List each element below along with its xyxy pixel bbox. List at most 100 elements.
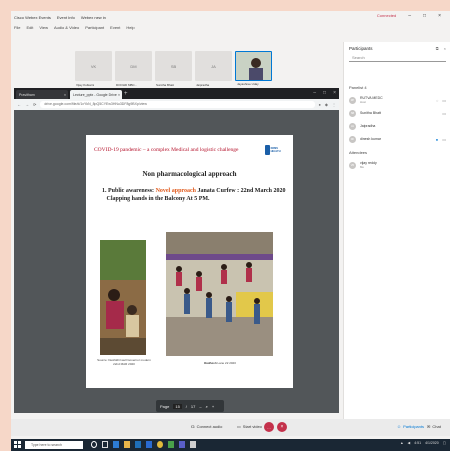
- tile-name: Vijay Kulkarni: [76, 83, 95, 87]
- extension-icon[interactable]: ●: [319, 102, 321, 107]
- menu-help[interactable]: Help: [126, 25, 134, 30]
- chat-toggle-button[interactable]: ✉ Chat: [427, 424, 441, 429]
- slide-page: COVID-19 pandemic – a complex Medical an…: [86, 135, 293, 388]
- browser-tab-bar: Pravitham × Lecture_pptx - Google Drive …: [14, 88, 339, 99]
- connect-audio-button[interactable]: ☊ Connect audio: [191, 424, 222, 429]
- close-icon[interactable]: ×: [438, 13, 441, 19]
- tile-name: DOOHD MBC...: [116, 83, 138, 87]
- network-icon[interactable]: ▲: [400, 441, 403, 445]
- zoom-out-icon[interactable]: –: [199, 404, 201, 409]
- extension-icon[interactable]: ◆: [325, 102, 328, 107]
- video-tile[interactable]: SB Sunitha Bhatt: [155, 51, 192, 87]
- app-title: Cisco Webex Events: [14, 14, 51, 20]
- menu-dots-icon[interactable]: ⋮: [332, 102, 336, 107]
- tab-close-icon[interactable]: ×: [64, 93, 66, 97]
- menu-view[interactable]: View: [39, 25, 48, 30]
- zoom-in-icon[interactable]: +: [212, 404, 214, 409]
- back-icon[interactable]: ←: [17, 102, 21, 107]
- minimize-icon[interactable]: –: [313, 90, 316, 96]
- participant-row[interactable]: JA Jaipradha: [349, 121, 446, 131]
- mic-icon: ●: [435, 136, 439, 142]
- page-separator: /: [185, 403, 187, 409]
- task-view-icon[interactable]: [102, 441, 108, 448]
- leave-meeting-button[interactable]: ×: [277, 422, 287, 432]
- close-icon[interactable]: ×: [333, 90, 336, 96]
- menu-edit[interactable]: Edit: [26, 25, 33, 30]
- panel-title: Participants: [349, 46, 373, 51]
- reload-icon[interactable]: ⟳: [33, 102, 36, 107]
- url-field[interactable]: drive.google.com/file/d/1xYkN_8pQ5CYEw3H…: [40, 101, 315, 108]
- participants-toggle-button[interactable]: ☺ Participants: [397, 424, 424, 429]
- video-tile[interactable]: DM DOOHD MBC...: [115, 51, 152, 87]
- clock-date[interactable]: 4/1/2020: [425, 441, 439, 445]
- start-video-button[interactable]: ▭ Start video: [237, 424, 262, 429]
- tile-name: Jayashree Uday: [237, 82, 259, 86]
- mail-icon[interactable]: [146, 441, 152, 448]
- avatar: RP: [349, 96, 356, 104]
- cortana-icon[interactable]: [91, 441, 97, 448]
- screen: Cisco Webex Events Event Info Webex new …: [11, 11, 450, 451]
- page-number-input[interactable]: 15: [173, 403, 182, 409]
- chrome-icon[interactable]: [157, 441, 163, 448]
- section-panelists[interactable]: Panelist 4: [349, 85, 367, 90]
- forward-icon[interactable]: →: [25, 102, 29, 107]
- credit-date: Lane 22 2020: [217, 361, 236, 365]
- app-icon[interactable]: [190, 441, 196, 448]
- new-tab-icon[interactable]: +: [124, 90, 128, 99]
- browser-tab-active[interactable]: Lecture_pptx - Google Drive ×: [70, 90, 122, 99]
- participant-row[interactable]: DK dinesh kumar ● ▭: [349, 134, 446, 144]
- file-explorer-icon[interactable]: [124, 441, 130, 448]
- logo-mark: [265, 145, 270, 155]
- participant-name: Sunitha Bhatt: [360, 111, 382, 115]
- store-icon[interactable]: [135, 441, 141, 448]
- participant-row[interactable]: RP RUTVA MEDC Host ◌ ▭: [349, 95, 446, 105]
- browser-tab[interactable]: Pravitham ×: [16, 90, 68, 99]
- tab-label: Pravitham: [19, 92, 35, 97]
- zoom-icon[interactable]: ⌕: [206, 404, 208, 409]
- close-icon[interactable]: ×: [444, 46, 446, 51]
- menu-file[interactable]: File: [14, 25, 20, 30]
- participant-row[interactable]: SB Sunitha Bhatt ▭: [349, 108, 446, 118]
- bullet-highlight: Novel approach: [155, 188, 196, 194]
- pdf-viewer: COVID-19 pandemic – a complex Medical an…: [14, 110, 339, 413]
- video-tile-active[interactable]: Jayashree Uday: [235, 51, 272, 86]
- org-logo: KDMS HEALTH: [265, 143, 287, 157]
- maximize-icon[interactable]: □: [323, 90, 326, 96]
- browser-window: Pravitham × Lecture_pptx - Google Drive …: [14, 88, 339, 413]
- taskbar-search-input[interactable]: Type here to search: [25, 441, 83, 449]
- webex-icon[interactable]: [168, 441, 174, 448]
- maximize-icon[interactable]: □: [423, 13, 426, 19]
- participants-label: Participants: [403, 424, 424, 429]
- participant-search-input[interactable]: Search: [349, 54, 446, 62]
- section-attendees[interactable]: Attendees: [349, 150, 367, 155]
- tab-label: Lecture_pptx - Google Drive: [73, 92, 117, 97]
- video-tile[interactable]: JA Jaipradha: [195, 51, 232, 87]
- video-tile[interactable]: VK Vijay Kulkarni: [75, 51, 112, 87]
- edge-icon[interactable]: [113, 441, 119, 448]
- participant-role: Me: [360, 165, 364, 169]
- participants-panel: Participants ⧉ × Search Panelist 4 RP RU…: [343, 42, 450, 422]
- popout-icon[interactable]: ⧉: [436, 46, 439, 51]
- clock-time[interactable]: 4:51: [414, 441, 421, 445]
- tab-close-icon[interactable]: ×: [118, 93, 120, 97]
- mic-muted-icon: ◌: [435, 97, 439, 103]
- window-controls: Connected – □ ×: [377, 13, 447, 19]
- avatar: VR: [349, 161, 356, 169]
- menu-audio-video[interactable]: Audio & Video: [54, 25, 79, 30]
- slide-subtitle: Non pharmacological approach: [142, 170, 237, 178]
- teams-icon[interactable]: [179, 441, 185, 448]
- app-tab-webex[interactable]: Webex new in: [81, 15, 106, 20]
- notification-icon[interactable]: ▢: [443, 441, 446, 445]
- menu-event[interactable]: Event: [110, 25, 120, 30]
- menu-participant[interactable]: Participant: [85, 25, 104, 30]
- participant-row[interactable]: VR vijay reddy Me: [349, 160, 446, 170]
- more-options-button[interactable]: …: [264, 422, 274, 432]
- participant-name: Jaipradha: [360, 124, 376, 128]
- menu-bar: File Edit View Audio & Video Participant…: [11, 23, 450, 32]
- meeting-control-bar: ☊ Connect audio ▭ Start video … × ☺ Part…: [11, 419, 450, 436]
- tile-initials: VK: [90, 63, 97, 69]
- minimize-icon[interactable]: –: [408, 13, 411, 19]
- app-tab-event-info[interactable]: Event Info: [57, 15, 75, 20]
- volume-icon[interactable]: ◀: [408, 441, 411, 445]
- windows-start-icon[interactable]: [14, 441, 21, 448]
